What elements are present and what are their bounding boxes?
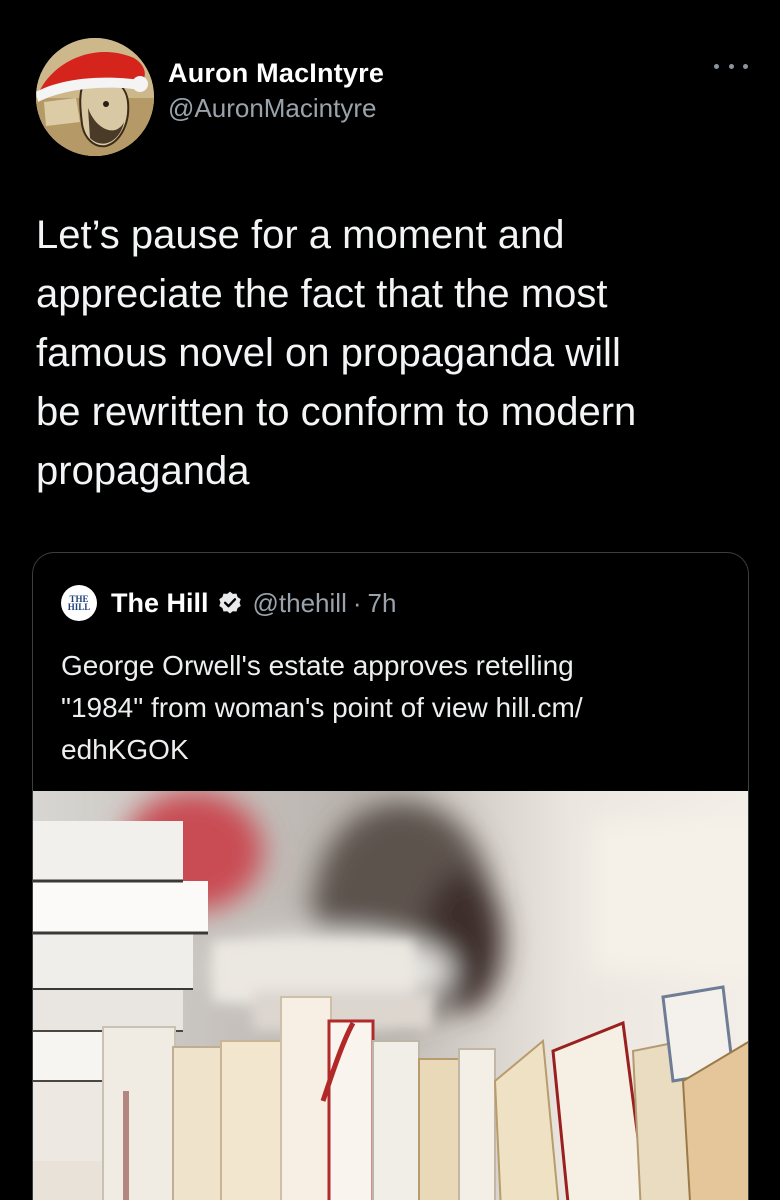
verified-badge-icon	[218, 591, 241, 614]
quoted-tweet-image[interactable]	[33, 791, 748, 1200]
more-options-icon[interactable]	[714, 56, 748, 76]
avatar[interactable]	[36, 38, 154, 156]
quoted-timestamp[interactable]: 7h	[368, 588, 397, 619]
books-photo	[33, 791, 748, 1200]
avatar-image	[36, 38, 154, 156]
author-handle[interactable]: @AuronMacintyre	[168, 93, 384, 124]
quoted-tweet[interactable]: THE HILL The Hill @thehill · 7h George O…	[32, 552, 749, 1200]
the-hill-logo[interactable]: THE HILL	[61, 585, 97, 621]
quoted-tweet-header: THE HILL The Hill @thehill · 7h	[61, 583, 396, 623]
author-names: Auron MacIntyre @AuronMacintyre	[168, 58, 384, 124]
author-display-name[interactable]: Auron MacIntyre	[168, 58, 384, 89]
tweet-header: Auron MacIntyre @AuronMacintyre	[36, 38, 748, 156]
logo-text-hill: HILL	[67, 602, 91, 612]
quoted-handle[interactable]: @thehill	[253, 588, 347, 619]
quoted-display-name[interactable]: The Hill	[111, 588, 209, 619]
tweet-text: Let’s pause for a moment and appreciate …	[36, 213, 637, 493]
quoted-tweet-text: George Orwell's estate approves retellin…	[61, 650, 583, 765]
separator-dot: ·	[352, 587, 362, 618]
